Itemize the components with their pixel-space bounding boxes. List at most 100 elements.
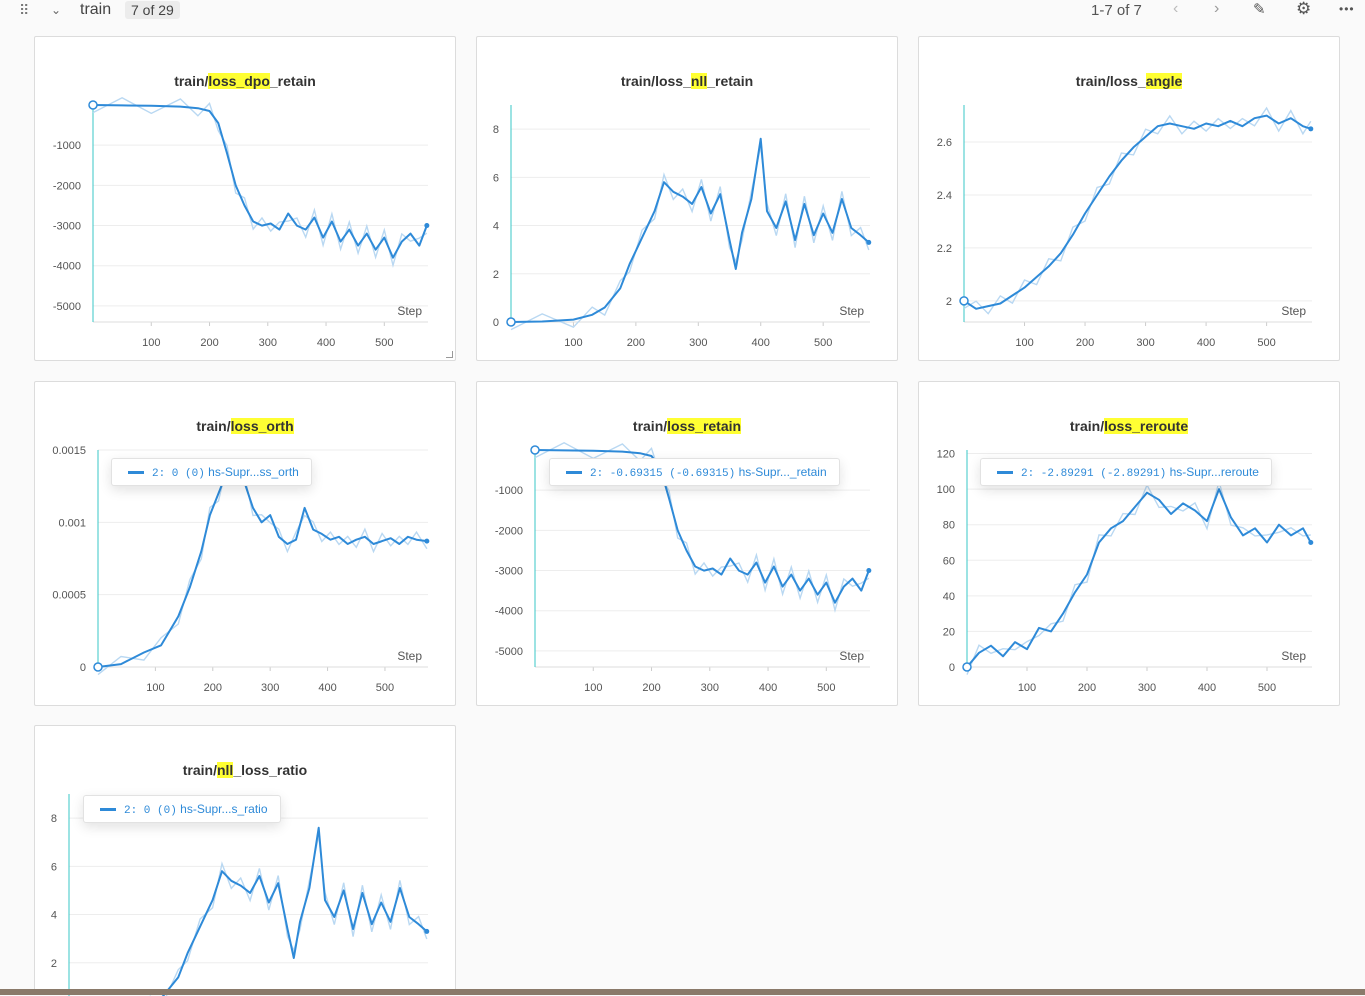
x-tick-label: 400 [759,682,777,694]
x-tick-label: 200 [200,337,218,349]
x-tick-label: 100 [584,682,602,694]
tooltip-value: 2: -0.69315 (-0.69315) [590,468,736,480]
x-tick-label: 300 [1136,337,1154,349]
y-tick-label: 0.0015 [52,445,86,457]
y-tick-label: 0 [493,317,499,329]
chart-panel-loss-dpo-retain[interactable]: train/loss_dpo_retain -1000 -2000 -3000 -400… [34,36,456,361]
x-tick-label: 500 [1257,337,1275,349]
y-tick-label: -4000 [53,261,81,273]
gear-icon[interactable]: ⚙ [1296,0,1311,19]
y-tick-label: 0 [80,662,86,674]
tooltip-value: 2: 0 (0) [124,805,177,817]
hover-point [962,662,972,672]
hover-tooltip: 2: -2.89291 (-2.89291) hs-Supr...reroute [980,458,1272,486]
chart-panel-loss-reroute[interactable]: train/loss_reroute 0 20 40 60 80 100 120 100 200 3… [918,381,1340,706]
y-tick-label: -2000 [495,525,523,537]
y-tick-label: 2.2 [937,243,952,255]
x-tick-label: 300 [689,337,707,349]
y-tick-label: -3000 [495,566,523,578]
pagination-label: 1-7 of 7 [1091,2,1142,19]
x-tick-label: 300 [1138,682,1156,694]
step-axis-label: Step [1281,304,1306,318]
hover-point [88,100,98,110]
x-tick-label: 300 [701,682,719,694]
y-tick-label: 2 [51,958,57,970]
y-tick-label: -5000 [495,646,523,658]
y-tick-label: 0 [949,662,955,674]
line-chart[interactable]: -1000 -2000 -3000 -4000 -5000 100 200 300 400 500… [35,37,457,362]
series-line [966,488,1312,668]
chevron-right-icon[interactable]: › [1214,0,1219,18]
y-tick-label: 2 [493,269,499,281]
hover-point [959,296,969,306]
chart-panel-loss-orth[interactable]: train/loss_orth 0 0.0005 0.001 0.0015 100 200 3… [34,381,456,706]
series-swatch [100,808,116,812]
series-line [161,826,428,996]
y-tick-label: 0.001 [58,517,86,529]
line-chart[interactable]: 0 2 4 6 8 100 200 300 400 500 Step [477,37,899,362]
tooltip-run-name: hs-Supr..._retain [735,465,827,479]
tooltip-run-name: hs-Supr...s_ratio [176,802,268,816]
y-tick-label: 2 [946,296,952,308]
y-tick-label: 20 [943,626,955,638]
section-header: ⠿ ⌄ train 7 of 29 1-7 of 7 ‹ › ✎ ⚙ ••• [0,0,1365,22]
x-tick-label: 500 [817,682,835,694]
x-tick-label: 300 [259,337,277,349]
x-tick-label: 200 [642,682,660,694]
x-tick-label: 100 [1015,337,1033,349]
x-tick-label: 400 [318,682,336,694]
chart-panel-loss-angle[interactable]: train/loss_angle 2 2.2 2.4 2.6 100 200 300 400 50… [918,36,1340,361]
chart-panel-loss-nll-retain[interactable]: train/loss_nll_retain 0 2 4 6 8 100 200 300 400 50… [476,36,898,361]
series-raw-line [149,835,428,996]
series-raw-line [966,478,1311,675]
x-tick-label: 500 [1258,682,1276,694]
x-tick-label: 200 [1078,682,1096,694]
series-raw-line [97,461,428,676]
series-end-point [866,568,872,574]
chevron-left-icon[interactable]: ‹ [1173,0,1178,18]
line-chart[interactable]: 0 0.0005 0.001 0.0015 100 200 300 400 500 Step [35,382,457,707]
series-end-point [1308,539,1314,545]
step-axis-label: Step [839,304,864,318]
series-end-point [424,538,430,544]
more-icon[interactable]: ••• [1339,2,1355,16]
x-tick-label: 200 [627,337,645,349]
line-chart[interactable]: 2 2.2 2.4 2.6 100 200 300 400 500 Step [919,37,1341,362]
y-tick-label: 6 [493,172,499,184]
y-tick-label: 6 [51,861,57,873]
x-tick-label: 500 [814,337,832,349]
x-tick-label: 200 [1076,337,1094,349]
y-tick-label: 100 [937,484,955,496]
step-axis-label: Step [397,304,422,318]
series-end-point [866,239,872,245]
series-line [963,114,1312,310]
tooltip-run-name: hs-Supr...ss_orth [204,465,299,479]
y-tick-label: 60 [943,555,955,567]
y-tick-label: -2000 [53,180,81,192]
tooltip-run-name: hs-Supr...reroute [1166,465,1259,479]
y-tick-label: 0.0005 [52,590,86,602]
x-tick-label: 500 [376,682,394,694]
pin-icon[interactable]: ✎ [1253,0,1266,18]
line-chart[interactable]: -1000 -2000 -3000 -4000 -5000 100 200 300 400 500… [477,382,899,707]
section-title[interactable]: train [80,1,111,19]
x-tick-label: 400 [317,337,335,349]
chart-panel-loss-retain[interactable]: train/loss_retain -1000 -2000 -3000 -4000 -50… [476,381,898,706]
x-tick-label: 100 [142,337,160,349]
series-line [510,137,870,323]
line-chart[interactable]: 2 4 6 8 [35,726,457,996]
x-tick-label: 400 [1197,337,1215,349]
chevron-down-icon[interactable]: ⌄ [51,3,61,17]
chart-panel-nll-loss-ratio[interactable]: train/nll_loss_ratio 2 4 6 8 2: 0 (0) hs-Supr… [34,725,457,996]
line-chart[interactable]: 0 20 40 60 80 100 120 100 200 300 400 500 Step [919,382,1341,707]
y-tick-label: -1000 [53,140,81,152]
series-end-point [424,928,430,934]
drag-handle-icon[interactable]: ⠿ [19,2,29,19]
resize-handle-icon[interactable] [446,351,453,358]
step-axis-label: Step [1281,649,1306,663]
hover-tooltip: 2: 0 (0) hs-Supr...ss_orth [111,458,312,486]
series-raw-line [510,146,870,331]
tooltip-value: 2: -2.89291 (-2.89291) [1021,468,1167,480]
x-tick-label: 100 [1018,682,1036,694]
hover-point [506,317,516,327]
